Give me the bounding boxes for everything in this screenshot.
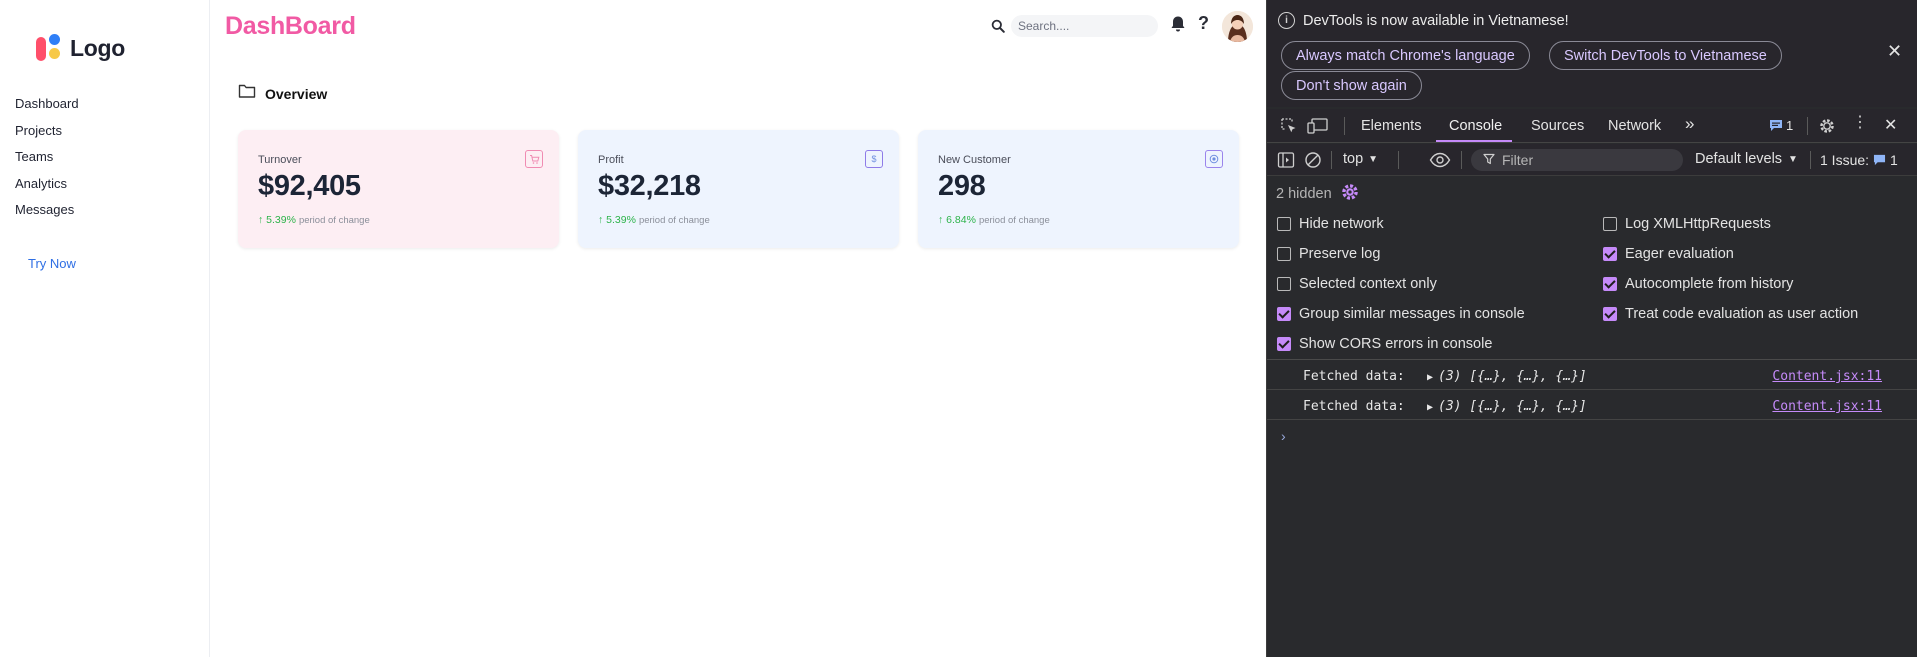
search-icon[interactable] [986,14,1010,38]
live-expression-eye-icon[interactable] [1429,151,1451,174]
sidebar-nav: Dashboard Projects Teams Analytics Messa… [15,94,79,227]
setting-show-cors-errors[interactable]: Show CORS errors in console [1277,336,1492,352]
checkbox[interactable] [1603,217,1617,231]
search-input[interactable] [1018,17,1148,35]
console-filter-input[interactable]: Filter [1471,149,1683,171]
infobar-message: i DevTools is now available in Vietnames… [1278,12,1569,29]
log-source-link[interactable]: Content.jsx:11 [1772,399,1882,414]
bell-icon[interactable] [1170,15,1188,35]
dont-show-again-button[interactable]: Don't show again [1281,71,1422,100]
sidebar-item-projects[interactable]: Projects [15,121,79,148]
checkbox[interactable] [1277,277,1291,291]
try-now-link[interactable]: Try Now [28,256,76,271]
setting-hide-network[interactable]: Hide network [1277,216,1384,232]
more-options-icon[interactable]: ⋮ [1852,115,1868,131]
card-change: ↑ 5.39% period of change [598,214,710,226]
sidebar-toggle-icon[interactable] [1277,151,1295,174]
issue-chat-icon [1873,154,1886,166]
checkbox[interactable] [1277,217,1291,231]
dollar-icon[interactable]: $ [865,150,883,168]
devtools-panel: i DevTools is now available in Vietnames… [1266,0,1917,657]
checkbox[interactable] [1603,307,1617,321]
console-settings-gear-icon[interactable] [1340,182,1360,206]
card-value: 298 [938,170,986,202]
log-object-expander[interactable]: ▶ (3) [{…}, {…}, {…}] [1427,369,1587,384]
logo-text: Logo [70,34,125,61]
match-language-button[interactable]: Always match Chrome's language [1281,41,1530,70]
tab-console[interactable]: Console [1449,118,1502,134]
switch-language-button[interactable]: Switch DevTools to Vietnamese [1549,41,1782,70]
stat-card-turnover: Turnover $92,405 ↑ 5.39% period of change [238,130,559,248]
context-selector[interactable]: top ▼ [1343,151,1378,167]
setting-autocomplete-history[interactable]: Autocomplete from history [1603,276,1793,292]
avatar[interactable] [1222,11,1253,42]
tab-sources[interactable]: Sources [1531,118,1584,134]
card-change: ↑ 5.39% period of change [258,214,370,226]
console-toolbar: top ▼ Filter Default levels ▼ 1 Issue: 1 [1267,144,1917,176]
close-devtools-icon[interactable]: ✕ [1884,115,1897,135]
logo[interactable]: Logo [36,34,125,62]
console-log-row: Fetched data: ▶ (3) [{…}, {…}, {…}] Conte… [1267,360,1917,390]
sidebar-item-teams[interactable]: Teams [15,147,79,174]
sidebar-item-dashboard[interactable]: Dashboard [15,94,79,121]
checkbox[interactable] [1603,247,1617,261]
active-tab-indicator [1436,140,1512,142]
app-page: Logo Dashboard Projects Teams Analytics … [0,0,1266,657]
log-source-link[interactable]: Content.jsx:11 [1772,369,1882,384]
checkbox[interactable] [1277,307,1291,321]
customer-icon[interactable] [1205,150,1223,168]
card-value: $92,405 [258,170,361,202]
devtools-tabbar: Elements Console Sources Network » 1 ⋮ ✕ [1267,109,1917,143]
card-label: Profit [598,154,624,166]
setting-treat-code-eval[interactable]: Treat code evaluation as user action [1603,306,1858,322]
card-label: Turnover [258,154,302,166]
search-bar[interactable] [986,14,1168,38]
checkbox[interactable] [1277,337,1291,351]
card-change: ↑ 6.84% period of change [938,214,1050,226]
setting-group-similar[interactable]: Group similar messages in console [1277,306,1525,322]
stat-card-profit: Profit $32,218 ↑ 5.39% period of change $ [578,130,899,248]
hidden-messages-row: 2 hidden [1276,182,1360,206]
info-icon: i [1278,12,1295,29]
stat-card-new-customer: New Customer 298 ↑ 6.84% period of change [918,130,1239,248]
filter-funnel-icon [1483,152,1495,168]
checkbox[interactable] [1603,277,1617,291]
folder-icon [238,83,256,104]
language-infobar: i DevTools is now available in Vietnames… [1267,0,1917,107]
console-log-row: Fetched data: ▶ (3) [{…}, {…}, {…}] Conte… [1267,390,1917,420]
overview-heading: Overview [238,83,327,104]
page-title: DashBoard [225,12,356,40]
inspect-element-icon[interactable] [1280,117,1298,140]
console-prompt[interactable]: › [1281,428,1286,444]
setting-preserve-log[interactable]: Preserve log [1277,246,1380,262]
setting-log-xhr[interactable]: Log XMLHttpRequests [1603,216,1771,232]
setting-selected-context-only[interactable]: Selected context only [1277,276,1437,292]
logo-mark-icon [36,34,62,62]
setting-eager-evaluation[interactable]: Eager evaluation [1603,246,1734,262]
tab-elements[interactable]: Elements [1361,118,1421,134]
log-message: Fetched data: [1303,369,1405,384]
section-title: Overview [265,85,328,102]
checkbox[interactable] [1277,247,1291,261]
card-label: New Customer [938,154,1011,166]
help-icon[interactable]: ? [1198,13,1209,34]
close-infobar-icon[interactable]: ✕ [1887,41,1902,62]
tab-network[interactable]: Network [1608,118,1661,134]
issues-link[interactable]: 1 Issue: 1 [1820,152,1898,168]
settings-gear-icon[interactable] [1818,117,1836,140]
sidebar-item-messages[interactable]: Messages [15,200,79,227]
log-message: Fetched data: [1303,399,1405,414]
topbar: DashBoard ? [210,0,1266,52]
more-tabs-icon[interactable]: » [1685,114,1694,134]
clear-console-icon[interactable] [1304,151,1322,174]
issues-counter[interactable]: 1 [1769,118,1793,133]
sidebar: Logo Dashboard Projects Teams Analytics … [0,0,210,657]
log-object-expander[interactable]: ▶ (3) [{…}, {…}, {…}] [1427,399,1587,414]
device-toolbar-icon[interactable] [1307,117,1329,140]
cart-icon[interactable] [525,150,543,168]
log-levels-dropdown[interactable]: Default levels ▼ [1695,151,1798,167]
sidebar-item-analytics[interactable]: Analytics [15,174,79,201]
card-value: $32,218 [598,170,701,202]
console-output: Fetched data: ▶ (3) [{…}, {…}, {…}] Conte… [1267,359,1917,420]
